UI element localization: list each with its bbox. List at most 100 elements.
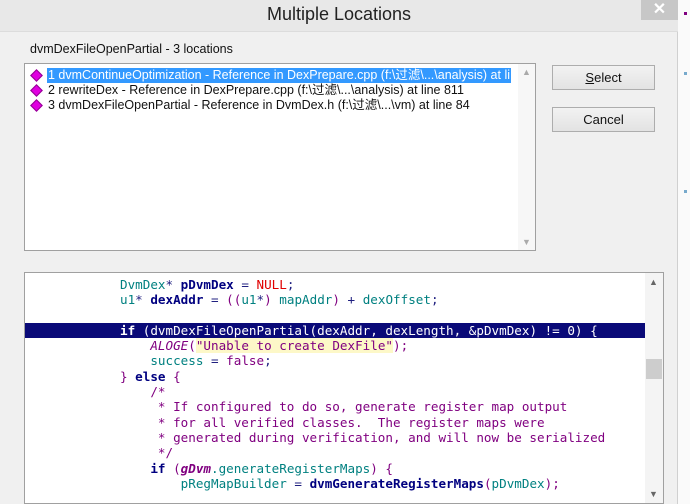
code-token: * If configured to do so, generate regis… xyxy=(157,399,568,415)
code-scrollbar[interactable]: ▲ ▼ xyxy=(645,273,663,503)
code-line: if (gDvm.generateRegisterMaps) { xyxy=(25,460,663,476)
list-item[interactable]: 1 dvmContinueOptimization - Reference in… xyxy=(29,68,511,83)
code-token: false xyxy=(226,353,265,369)
code-token: ); xyxy=(392,338,409,354)
scroll-thumb[interactable] xyxy=(646,359,662,379)
code-token: * for all verified classes. The register… xyxy=(157,414,545,430)
code-token: NULL xyxy=(256,277,287,292)
background-editor-edge xyxy=(678,0,690,504)
scroll-up-icon[interactable]: ▲ xyxy=(645,277,662,287)
code-token: mapAddr xyxy=(279,292,333,308)
code-line-highlighted: if (dvmDexFileOpenPartial(dexAddr, dexLe… xyxy=(25,322,663,339)
code-token: = xyxy=(233,277,257,292)
code-token: "Unable to create DexFile" xyxy=(195,338,393,354)
code-line: */ xyxy=(25,445,663,461)
code-token: = xyxy=(203,353,227,369)
code-token: * generated during verification, and wil… xyxy=(157,429,606,445)
code-token: ( xyxy=(483,475,492,491)
code-token: if xyxy=(150,460,166,476)
scroll-down-icon[interactable]: ▼ xyxy=(518,237,535,247)
code-token: success xyxy=(150,353,204,369)
code-token: */ xyxy=(157,445,174,461)
background-mark xyxy=(684,72,687,75)
code-token: pRegMapBuilder xyxy=(180,475,287,491)
select-mnemonic: S xyxy=(585,70,595,85)
code-token: pDvmDex xyxy=(180,277,234,292)
code-token: = xyxy=(203,292,227,308)
code-token: ; xyxy=(430,292,439,308)
code-line: success = false; xyxy=(25,353,663,369)
code-line: ALOGE("Unable to create DexFile"); xyxy=(25,338,663,354)
code-token: DvmDex xyxy=(120,277,166,292)
diamond-marker-icon xyxy=(30,99,43,112)
code-line: u1* dexAddr = ((u1*) mapAddr) + dexOffse… xyxy=(25,292,663,308)
code-line: * for all verified classes. The register… xyxy=(25,414,663,430)
code-token: * xyxy=(165,277,181,292)
dialog-title: Multiple Locations xyxy=(266,4,412,24)
code-line: } else { xyxy=(25,368,663,384)
code-preview[interactable]: DvmDex* pDvmDex = NULL; u1* dexAddr = ((… xyxy=(24,272,664,504)
scroll-up-icon[interactable]: ▲ xyxy=(518,67,535,77)
code-token: + xyxy=(339,292,363,308)
background-mark xyxy=(684,12,687,15)
list-item-text: 3 dvmDexFileOpenPartial - Reference in D… xyxy=(48,98,470,112)
code-token: ALOGE xyxy=(150,338,189,354)
code-token: dexAddr xyxy=(150,292,204,308)
code-token: gDvm xyxy=(180,460,212,476)
list-scrollbar[interactable]: ▲ ▼ xyxy=(518,64,535,250)
list-item[interactable]: 2 rewriteDex - Reference in DexPrepare.c… xyxy=(29,83,465,98)
code-token: ( xyxy=(188,338,196,354)
cancel-button[interactable]: Cancel xyxy=(552,107,655,132)
select-button[interactable]: Select xyxy=(552,65,655,90)
code-token: = xyxy=(286,475,310,491)
code-token: u1 xyxy=(241,292,257,308)
code-token: ) xyxy=(332,292,340,308)
title-bar[interactable]: Multiple Locations ✕ xyxy=(0,0,678,32)
code-token: * xyxy=(256,292,265,308)
locations-header-label: dvmDexFileOpenPartial - 3 locations xyxy=(30,42,233,56)
background-mark xyxy=(684,190,687,193)
list-item-text: 1 dvmContinueOptimization - Reference in… xyxy=(47,68,511,83)
code-token: if xyxy=(120,322,136,338)
diamond-marker-icon xyxy=(30,84,43,97)
code-token: ; xyxy=(264,353,272,369)
code-token: (( xyxy=(226,292,242,308)
code-text: DvmDex* pDvmDex = NULL; u1* dexAddr = ((… xyxy=(25,277,663,491)
code-token: pDvmDex xyxy=(491,475,545,491)
code-token: (dvmDexFileOpenPartial(dexAddr, dexLengt… xyxy=(135,322,598,338)
code-token: * xyxy=(135,292,151,308)
close-icon[interactable]: ✕ xyxy=(641,0,678,20)
code-line: pRegMapBuilder = dvmGenerateRegisterMaps… xyxy=(25,475,663,491)
code-token: /* xyxy=(150,384,166,400)
code-line: /* xyxy=(25,384,663,400)
list-item-text: 2 rewriteDex - Reference in DexPrepare.c… xyxy=(48,83,464,97)
multiple-locations-dialog: Multiple Locations ✕ dvmDexFileOpenParti… xyxy=(0,0,678,504)
code-token: ) xyxy=(264,292,280,308)
list-item[interactable]: 3 dvmDexFileOpenPartial - Reference in D… xyxy=(29,98,471,113)
scroll-down-icon[interactable]: ▼ xyxy=(645,489,662,499)
code-token: else xyxy=(127,368,174,384)
code-token: dvmGenerateRegisterMaps xyxy=(309,475,484,491)
code-line: * generated during verification, and wil… xyxy=(25,429,663,445)
locations-list[interactable]: 1 dvmContinueOptimization - Reference in… xyxy=(24,63,536,251)
code-token: ); xyxy=(544,475,560,491)
code-line: * If configured to do so, generate regis… xyxy=(25,399,663,415)
code-token: ) { xyxy=(370,460,393,476)
code-token: ( xyxy=(165,460,181,476)
code-token: ; xyxy=(286,277,295,292)
code-token: { xyxy=(173,368,181,384)
